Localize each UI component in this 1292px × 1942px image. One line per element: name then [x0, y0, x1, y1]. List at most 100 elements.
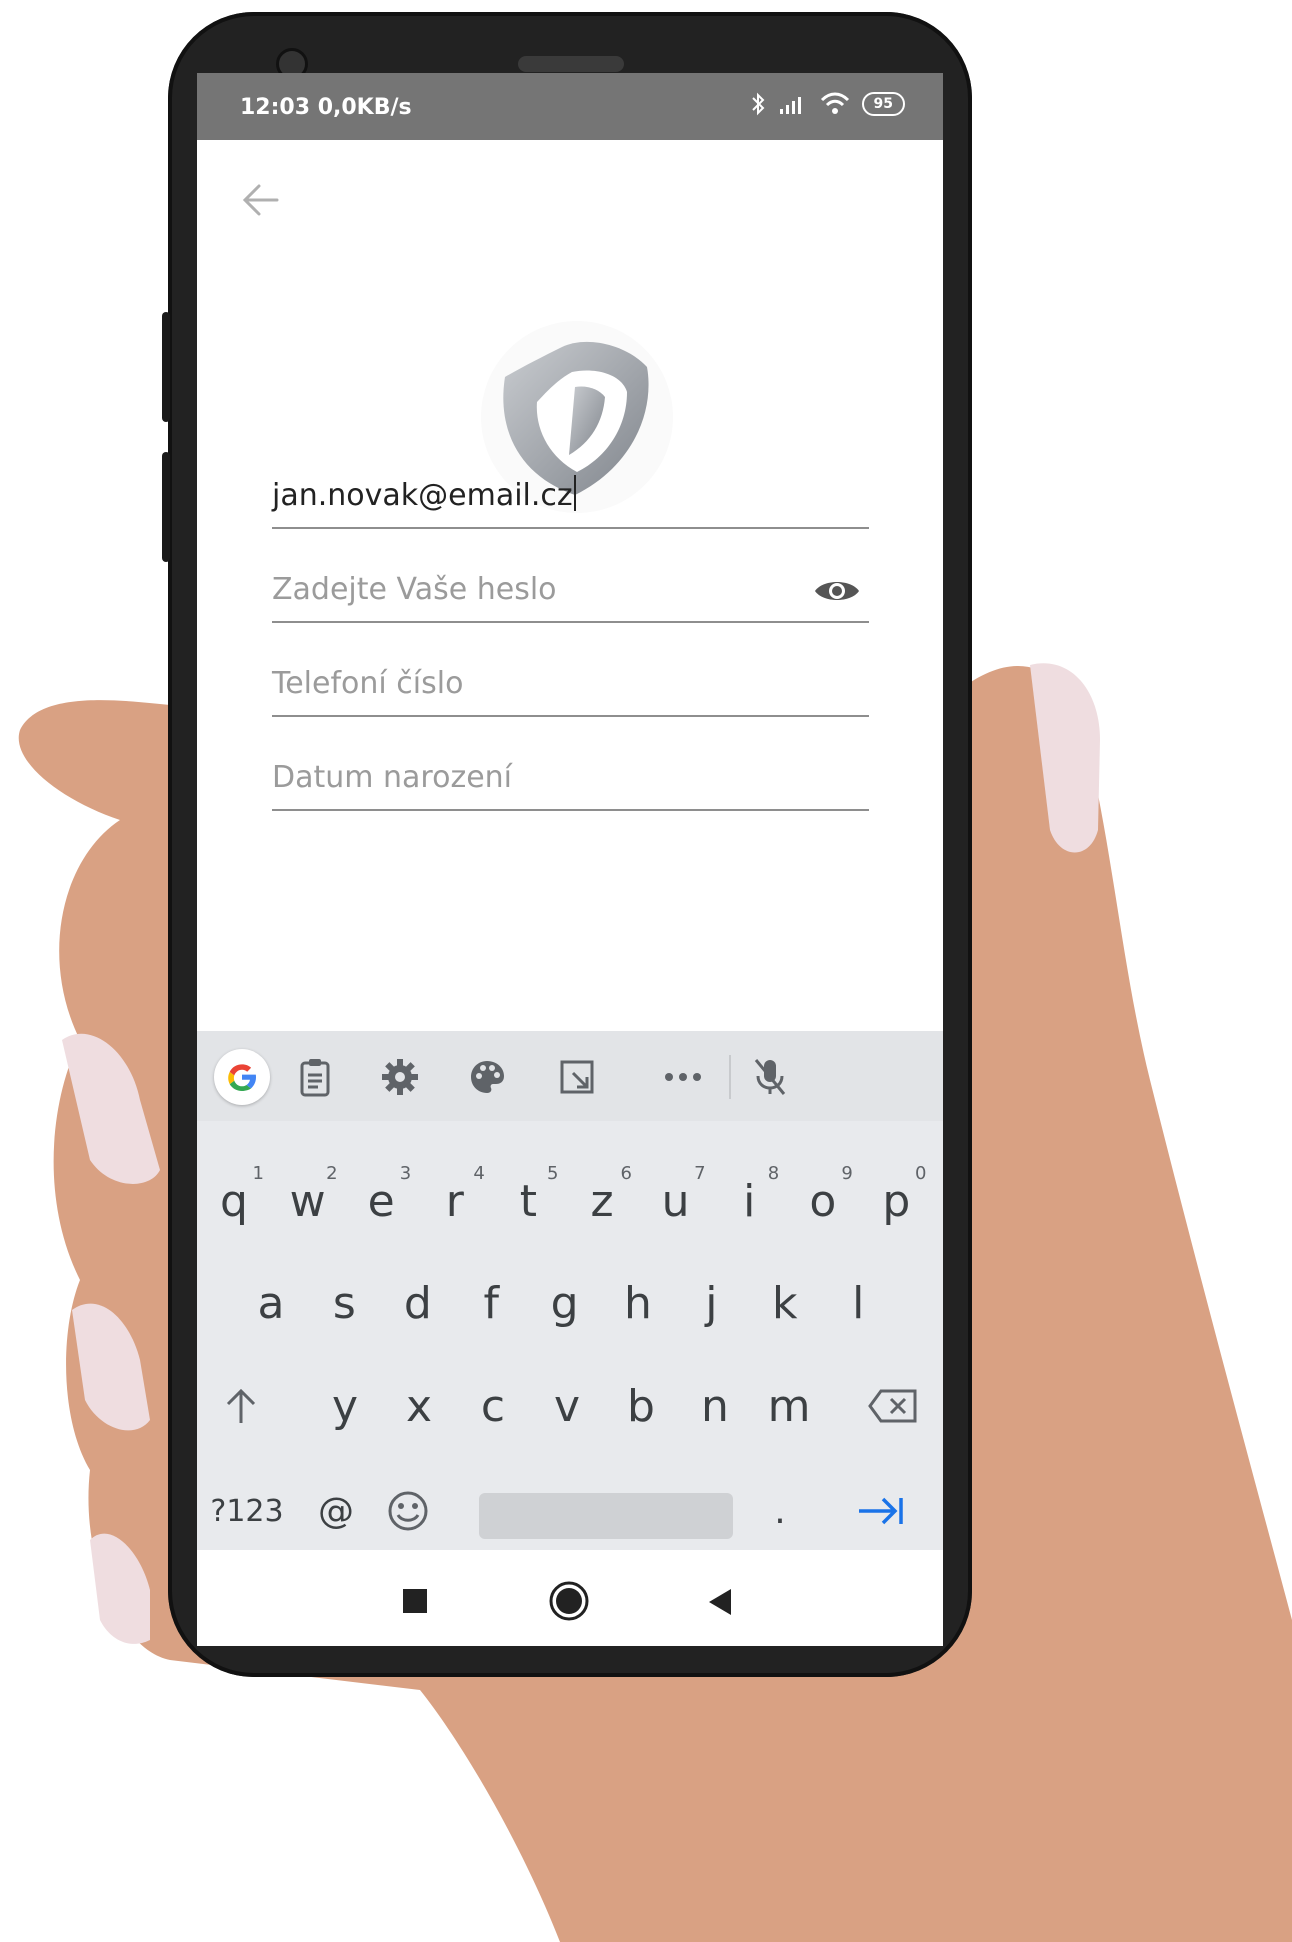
- key-number-hint: 0: [914, 1163, 927, 1184]
- key-label: a: [257, 1277, 285, 1329]
- key-v[interactable]: v: [531, 1366, 603, 1446]
- shift-icon: [226, 1388, 256, 1423]
- key-label: f: [483, 1277, 499, 1329]
- key-g[interactable]: g: [529, 1263, 601, 1343]
- earpiece-speaker: [518, 56, 624, 72]
- key-d[interactable]: d: [382, 1263, 454, 1343]
- key-label: k: [772, 1277, 798, 1329]
- key-label: u: [661, 1175, 690, 1227]
- phone-screen: 12:03 0,0KB/s 95 jan.novak@email.cz Zade…: [197, 73, 943, 1646]
- status-bar: 12:03 0,0KB/s 95: [197, 73, 943, 140]
- key-j[interactable]: j: [675, 1263, 747, 1343]
- bluetooth-icon: [751, 92, 764, 116]
- eye-icon[interactable]: [813, 575, 861, 607]
- key-label: g: [550, 1277, 579, 1329]
- key-label: m: [767, 1380, 811, 1432]
- key-label: t: [519, 1175, 538, 1227]
- keyboard: q1w2e3r4t5z6u7i8o9p0 asdfghjkl yxcvbnm ?…: [197, 1031, 943, 1550]
- key-label: z: [590, 1175, 614, 1227]
- key-label: o: [809, 1175, 837, 1227]
- wifi-icon: [820, 92, 849, 114]
- backspace-key[interactable]: [857, 1366, 929, 1446]
- key-label: j: [705, 1277, 718, 1329]
- key-label: i: [743, 1175, 756, 1227]
- birth-date-field[interactable]: Datum narození: [272, 749, 869, 811]
- password-field[interactable]: Zadejte Vaše heslo: [272, 561, 869, 623]
- key-u[interactable]: u7: [640, 1161, 712, 1241]
- key-f[interactable]: f: [455, 1263, 527, 1343]
- period-key[interactable]: .: [744, 1471, 816, 1551]
- key-a[interactable]: a: [235, 1263, 307, 1343]
- key-label: v: [553, 1380, 581, 1432]
- recents-icon[interactable]: [402, 1588, 428, 1614]
- key-number-hint: 9: [841, 1163, 853, 1184]
- key-r[interactable]: r4: [419, 1161, 491, 1241]
- key-number-hint: 5: [546, 1163, 559, 1184]
- key-n[interactable]: n: [679, 1366, 751, 1446]
- key-label: l: [852, 1277, 865, 1329]
- key-label: q: [220, 1175, 248, 1227]
- key-p[interactable]: p0: [860, 1161, 932, 1241]
- more-icon[interactable]: [655, 1049, 711, 1105]
- key-h[interactable]: h: [602, 1263, 674, 1343]
- mic-off-icon[interactable]: [742, 1049, 798, 1105]
- palette-icon[interactable]: [459, 1049, 515, 1105]
- toolbar-divider: [729, 1055, 731, 1099]
- password-placeholder: Zadejte Vaše heslo: [272, 572, 557, 607]
- key-label: n: [701, 1380, 729, 1432]
- emoji-key[interactable]: [372, 1471, 444, 1551]
- resize-icon[interactable]: [549, 1049, 605, 1105]
- key-number-hint: 2: [326, 1163, 338, 1184]
- key-l[interactable]: l: [822, 1263, 894, 1343]
- email-value: jan.novak@email.cz: [272, 478, 573, 513]
- google-icon[interactable]: [214, 1049, 270, 1105]
- key-b[interactable]: b: [605, 1366, 677, 1446]
- signal-icon: [779, 97, 801, 114]
- key-number-hint: 8: [767, 1163, 780, 1184]
- home-icon[interactable]: [548, 1580, 590, 1622]
- key-label: p: [882, 1175, 911, 1227]
- key-label: w: [289, 1175, 326, 1227]
- phone-volume-button: [162, 452, 170, 562]
- key-k[interactable]: k: [749, 1263, 821, 1343]
- at-key[interactable]: @: [300, 1471, 372, 1551]
- shift-key[interactable]: [205, 1366, 277, 1446]
- email-field[interactable]: jan.novak@email.cz: [272, 467, 869, 529]
- key-number-hint: 7: [694, 1163, 706, 1184]
- birth-date-placeholder: Datum narození: [272, 760, 512, 795]
- key-m[interactable]: m: [753, 1366, 825, 1446]
- key-label: h: [624, 1277, 652, 1329]
- key-label: c: [480, 1380, 506, 1432]
- back-icon[interactable]: [707, 1588, 733, 1616]
- text-caret: [573, 475, 576, 511]
- settings-icon[interactable]: [372, 1049, 428, 1105]
- key-number-hint: 6: [620, 1163, 632, 1184]
- key-t[interactable]: t5: [492, 1161, 564, 1241]
- key-i[interactable]: i8: [713, 1161, 785, 1241]
- space-bar[interactable]: [479, 1493, 733, 1539]
- phone-number-field[interactable]: Telefoní číslo: [272, 655, 869, 717]
- key-y[interactable]: y: [309, 1366, 381, 1446]
- navigation-bar: [197, 1550, 943, 1646]
- phone-placeholder: Telefoní číslo: [272, 666, 464, 701]
- clipboard-icon[interactable]: [287, 1049, 343, 1105]
- status-icons: 95: [750, 91, 905, 117]
- key-number-hint: 3: [399, 1163, 412, 1184]
- tab-next-key[interactable]: [845, 1471, 917, 1551]
- key-s[interactable]: s: [308, 1263, 380, 1343]
- key-c[interactable]: c: [457, 1366, 529, 1446]
- key-label: x: [405, 1380, 433, 1432]
- phone-volume-button: [162, 312, 170, 422]
- key-label: r: [445, 1175, 464, 1227]
- key-x[interactable]: x: [383, 1366, 455, 1446]
- key-o[interactable]: o9: [787, 1161, 859, 1241]
- key-e[interactable]: e3: [345, 1161, 417, 1241]
- battery-indicator: 95: [861, 92, 905, 116]
- back-arrow-icon[interactable]: [237, 176, 285, 224]
- key-q[interactable]: q1: [198, 1161, 270, 1241]
- symbols-key[interactable]: ?123: [207, 1471, 287, 1551]
- key-number-hint: 4: [473, 1163, 485, 1184]
- key-z[interactable]: z6: [566, 1161, 638, 1241]
- key-w[interactable]: w2: [272, 1161, 344, 1241]
- tab-next-icon: [859, 1497, 903, 1525]
